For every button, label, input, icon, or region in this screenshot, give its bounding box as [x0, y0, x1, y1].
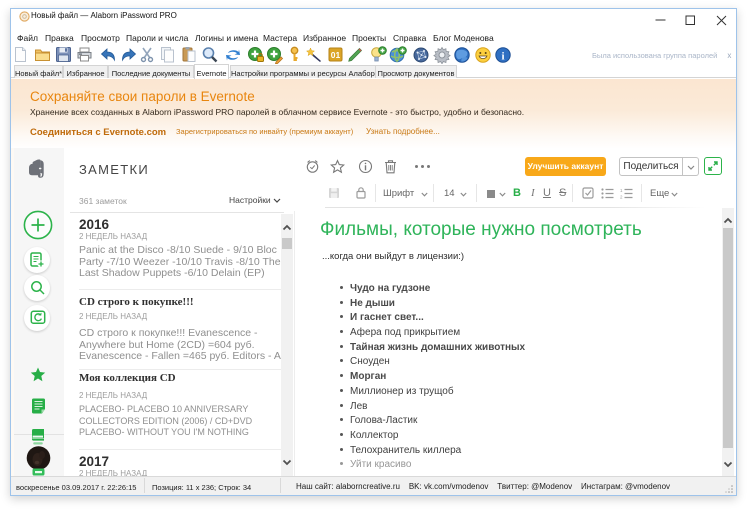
svg-text:i: i — [501, 51, 504, 63]
svg-text:01: 01 — [331, 50, 341, 60]
svg-text:2: 2 — [620, 195, 623, 200]
svg-text:1: 1 — [620, 188, 623, 193]
